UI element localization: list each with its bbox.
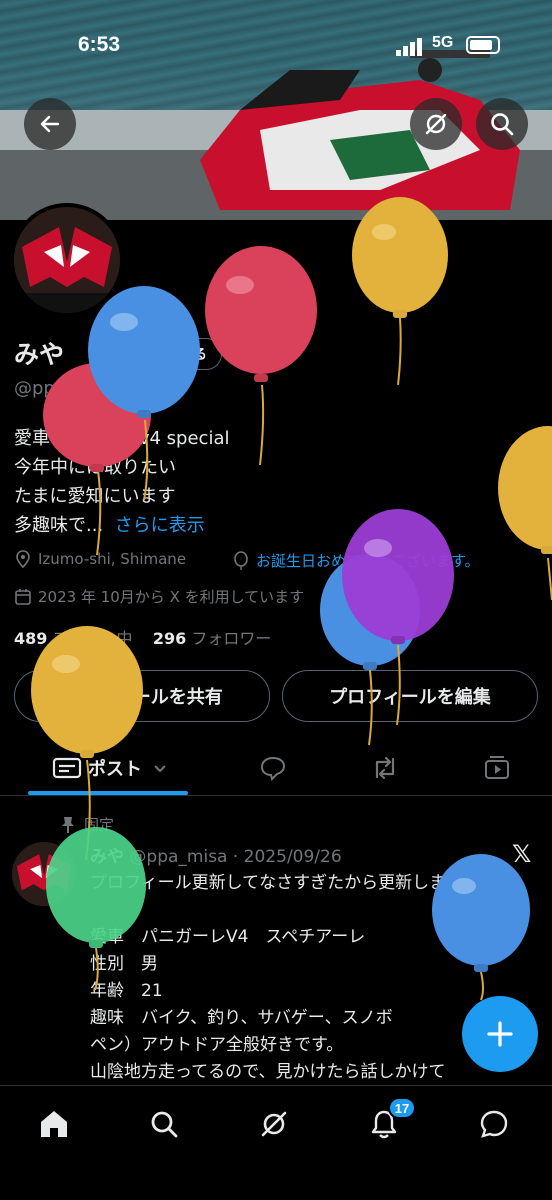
followers-count: 296	[152, 629, 187, 648]
followers-label: フォロワー	[191, 629, 272, 648]
plus-icon	[487, 1021, 513, 1047]
search-icon	[491, 113, 514, 136]
location-row: Izumo-shi, Shimane	[14, 550, 186, 568]
compose-button[interactable]	[462, 996, 538, 1072]
active-tab-indicator	[28, 791, 188, 795]
edit-profile-label: プロフィールを編集	[329, 687, 491, 708]
chat-bubble-icon	[480, 1110, 508, 1138]
followers-link[interactable]: 296 フォロワー	[153, 629, 272, 648]
post-avatar-image	[12, 842, 76, 906]
tab-posts-label: ポスト	[88, 759, 142, 780]
nav-grok[interactable]	[254, 1104, 294, 1144]
balloon	[498, 426, 552, 601]
grok-icon	[425, 113, 447, 135]
profile-handle: @ppa_misa	[14, 378, 118, 399]
status-bar: 6:53 5G	[0, 0, 552, 90]
bio-line: 今年中には取りたい	[14, 457, 176, 478]
profile-tabs: ポスト	[0, 740, 552, 796]
bio-line-text: 多趣味で...	[14, 515, 104, 536]
joined-text: 2023 年 10月から X を利用しています	[38, 588, 305, 606]
search-button[interactable]	[476, 98, 528, 150]
edit-profile-button[interactable]: プロフィールを編集	[282, 670, 538, 722]
profile-bio: 愛車 panigale v4 special 今年中には取りたい たまに愛知にい…	[14, 424, 229, 540]
profile-avatar[interactable]	[10, 203, 124, 317]
chevron-down-icon	[154, 765, 166, 773]
avatar-image	[14, 207, 120, 313]
bio-line: 愛車 panigale v4 special	[14, 428, 230, 449]
home-icon	[41, 1111, 67, 1137]
pinned-indicator: 固定	[60, 814, 114, 835]
grok-button[interactable]	[410, 98, 462, 150]
calendar-icon	[15, 588, 31, 605]
birthday-text[interactable]: お誕生日おめでとうございます。	[256, 550, 480, 571]
balloon	[352, 197, 448, 386]
reply-icon	[260, 756, 286, 781]
nav-home[interactable]	[34, 1104, 74, 1144]
nav-messages[interactable]	[474, 1104, 514, 1144]
tab-media[interactable]	[474, 740, 520, 796]
media-icon	[485, 756, 509, 779]
grok-icon	[261, 1111, 287, 1137]
bio-line: 多趣味で... さらに表示	[14, 511, 229, 540]
post-avatar[interactable]	[12, 842, 76, 906]
birthday-row: お誕生日おめでとうございます。	[232, 550, 480, 571]
search-icon	[151, 1111, 178, 1138]
posts-icon	[52, 757, 82, 779]
x-logo-icon: 𝕏	[512, 840, 532, 868]
following-label: フォロー中	[52, 629, 133, 648]
post-text: プロフィール更新してなさすぎたから更新します 愛車 パニガーレV4 スペチアーレ…	[90, 873, 464, 1082]
profile-name: みや	[14, 340, 65, 369]
show-more-link[interactable]: さらに表示	[115, 515, 205, 536]
get-verified-label: 認証を受ける	[123, 347, 207, 363]
tab-replies[interactable]	[250, 740, 296, 796]
signal-icon	[396, 38, 422, 56]
share-profile-label: プロフィールを共有	[61, 687, 223, 708]
bio-line: たまに愛知にいます	[14, 486, 176, 507]
following-link[interactable]: 489 フォロー中	[14, 629, 133, 648]
joined-row: 2023 年 10月から X を利用しています	[14, 586, 304, 607]
location-pin-icon	[16, 550, 30, 568]
repost-icon	[375, 756, 395, 780]
notifications-badge: 17	[388, 1097, 416, 1119]
status-time: 6:53	[78, 33, 121, 56]
battery-icon	[466, 36, 500, 54]
following-count: 489	[14, 629, 48, 648]
post-handle-date: @ppa_misa · 2025/09/26	[129, 847, 342, 867]
back-button[interactable]	[24, 98, 76, 150]
pin-icon	[62, 816, 74, 833]
location-text: Izumo-shi, Shimane	[38, 550, 187, 568]
share-profile-button[interactable]: プロフィールを共有	[14, 670, 270, 722]
post-author[interactable]: みや	[90, 847, 124, 867]
tab-reposts[interactable]	[362, 740, 408, 796]
post-header: みや @ppa_misa · 2025/09/26	[90, 842, 342, 867]
nav-search[interactable]	[144, 1104, 184, 1144]
tab-posts[interactable]: ポスト	[40, 740, 180, 796]
bottom-navigation	[0, 1085, 552, 1200]
balloon-icon	[234, 550, 248, 570]
follow-stats: 489 フォロー中 296 フォロワー	[14, 625, 271, 649]
network-type: 5G	[432, 34, 454, 51]
arrow-left-icon	[40, 115, 60, 133]
pinned-label: 固定	[84, 816, 115, 834]
get-verified-button[interactable]: 認証を受ける	[108, 338, 222, 370]
